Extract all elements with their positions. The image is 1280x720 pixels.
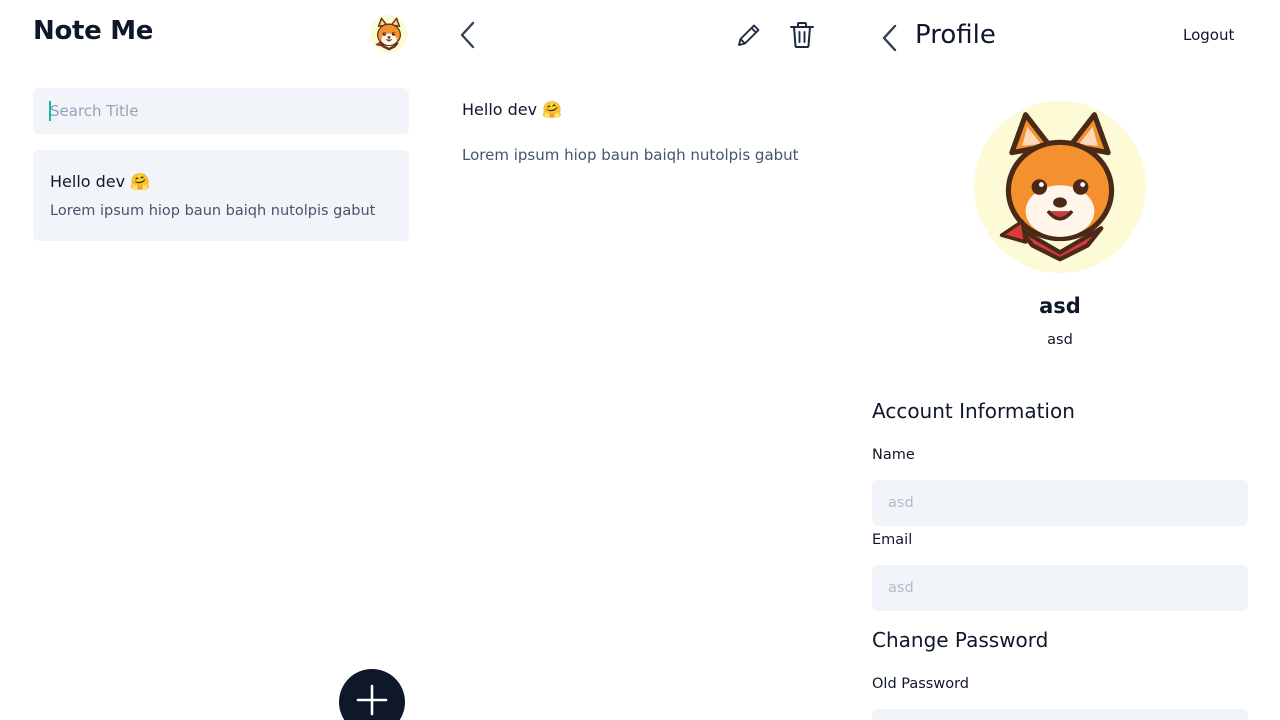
chevron-left-icon <box>882 24 897 52</box>
edit-note-button[interactable] <box>736 22 762 48</box>
profile-email: asd <box>1047 332 1073 348</box>
name-field[interactable] <box>872 480 1248 526</box>
email-label: Email <box>872 532 913 548</box>
chevron-left-icon <box>460 21 475 49</box>
old-password-field[interactable] <box>872 709 1248 720</box>
name-label: Name <box>872 447 915 463</box>
profile-screen: Profile Logout asd asd Account Informati… <box>850 0 1280 720</box>
delete-note-button[interactable] <box>789 21 815 49</box>
note-title: Hello dev 🤗 <box>462 100 563 119</box>
logout-button[interactable]: Logout <box>1183 26 1234 44</box>
text-caret <box>49 101 51 121</box>
shiba-dog-avatar-icon <box>974 101 1146 273</box>
note-card-title: Hello dev 🤗 <box>50 172 151 191</box>
note-detail-screen: Hello dev 🤗 Lorem ipsum hiop baun baiqh … <box>440 0 850 720</box>
add-note-button[interactable] <box>339 669 405 720</box>
shiba-dog-avatar-icon <box>370 15 408 53</box>
profile-avatar-button[interactable] <box>370 15 408 53</box>
avatar <box>974 101 1146 273</box>
account-info-heading: Account Information <box>872 399 1075 423</box>
pencil-icon <box>738 24 760 46</box>
note-list-screen: Note Me Hello dev 🤗 Lorem ipsum hiop bau… <box>0 0 440 720</box>
trash-icon <box>790 22 814 48</box>
back-button[interactable] <box>880 23 902 53</box>
plus-icon <box>356 684 388 716</box>
change-password-heading: Change Password <box>872 628 1049 652</box>
app-title: Note Me <box>33 16 154 46</box>
page-title: Profile <box>915 20 996 50</box>
note-card-body: Lorem ipsum hiop baun baiqh nutolpis gab… <box>50 203 376 219</box>
search-input[interactable] <box>33 88 409 134</box>
back-button[interactable] <box>458 20 480 50</box>
profile-name: asd <box>1039 294 1081 318</box>
email-field[interactable] <box>872 565 1248 611</box>
note-card[interactable]: Hello dev 🤗 Lorem ipsum hiop baun baiqh … <box>33 150 409 241</box>
note-body: Lorem ipsum hiop baun baiqh nutolpis gab… <box>462 146 799 164</box>
old-password-label: Old Password <box>872 676 969 692</box>
